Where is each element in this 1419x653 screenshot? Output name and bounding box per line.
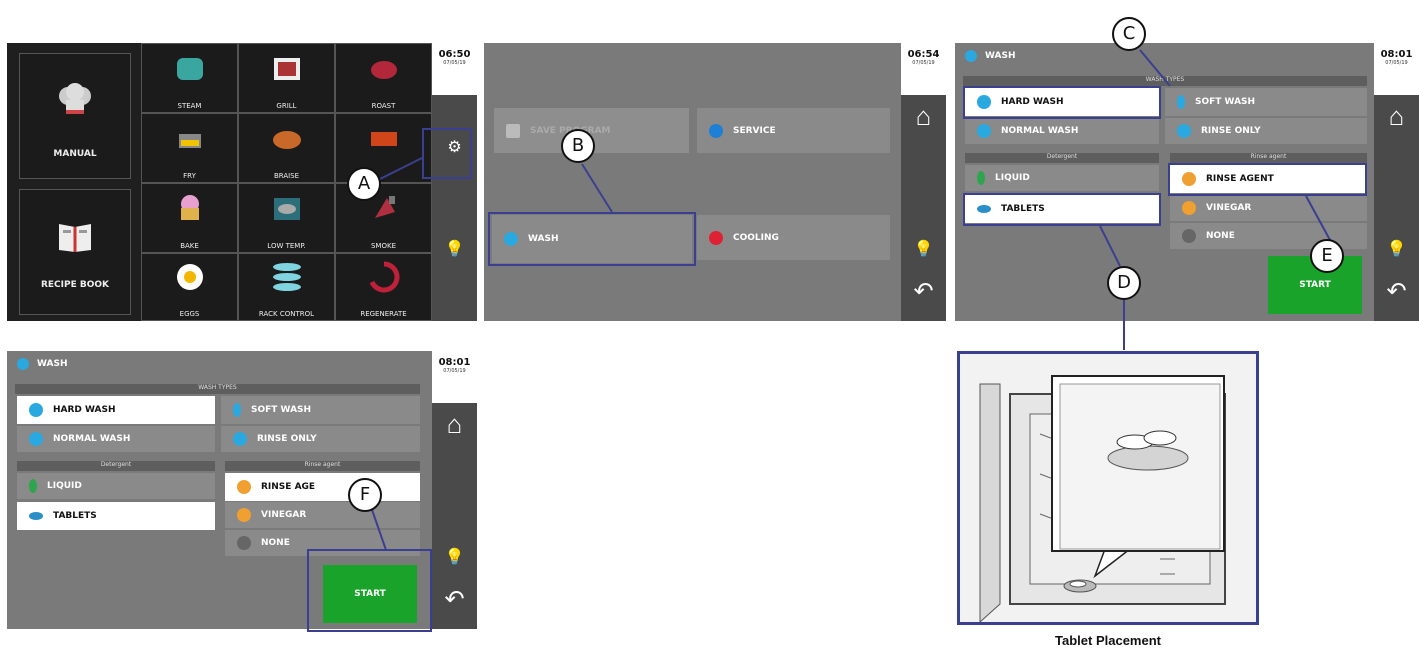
- callout-c: C: [1112, 17, 1146, 51]
- eggs-button[interactable]: EGGS: [141, 253, 238, 321]
- steam-button[interactable]: STEAM: [141, 43, 238, 113]
- none-icon: [237, 536, 251, 550]
- side-panel: 06:54 07/05/19 ⌂ 💡 ↶: [901, 43, 946, 321]
- tablets-option[interactable]: TABLETS: [17, 502, 215, 530]
- manual-button[interactable]: MANUAL: [19, 53, 131, 179]
- recipe-book-button[interactable]: RECIPE BOOK: [19, 189, 131, 315]
- back-icon[interactable]: ↶: [901, 277, 946, 306]
- home-icon[interactable]: ⌂: [1374, 101, 1419, 132]
- chef-hat-icon: [55, 82, 95, 124]
- rinse-only-option[interactable]: RINSE ONLY: [221, 426, 420, 452]
- rinse-icon: [233, 432, 247, 446]
- drop-icon: [233, 403, 241, 417]
- fry-button[interactable]: FRY: [141, 113, 238, 183]
- vinegar-icon: [237, 508, 251, 522]
- callout-a: A: [347, 167, 381, 201]
- caption: Tablet Placement: [1055, 633, 1161, 648]
- braise-icon: [270, 122, 304, 158]
- callout-d: D: [1107, 266, 1141, 300]
- roast-icon: [367, 52, 401, 88]
- steam-icon: [173, 52, 207, 88]
- normal-wash-option[interactable]: NORMAL WASH: [17, 426, 215, 452]
- low-temp-button[interactable]: LOW TEMP.: [238, 183, 335, 253]
- tablet-placement-illustration: [957, 351, 1259, 625]
- drops-icon: [29, 403, 43, 417]
- save-icon: [506, 123, 520, 138]
- bake-icon: [173, 192, 207, 228]
- service-button[interactable]: SERVICE: [697, 108, 890, 153]
- highlight-f: [307, 549, 432, 632]
- rinse-agent-icon: [237, 480, 251, 494]
- home-icon[interactable]: ⌂: [901, 101, 946, 132]
- thermometer-icon: [709, 230, 723, 245]
- liquid-option[interactable]: LIQUID: [17, 473, 215, 499]
- settings-screen: SAVE PROGRAM SERVICE WASH COOLING 06:540…: [484, 43, 946, 321]
- clock: 08:01 07/05/19: [432, 351, 477, 403]
- tablet-icon: [29, 512, 43, 520]
- braise-button[interactable]: BRAISE: [238, 113, 335, 183]
- rack-icon: [270, 260, 304, 296]
- clock: 06:54 07/05/19: [901, 43, 946, 95]
- bake-button[interactable]: BAKE: [141, 183, 238, 253]
- detergent-header: Detergent: [17, 461, 215, 471]
- bulb-icon[interactable]: 💡: [1374, 239, 1419, 259]
- clock: 08:01 07/05/19: [1374, 43, 1419, 95]
- back-icon[interactable]: ↶: [1374, 277, 1419, 306]
- fish-icon: [270, 192, 304, 228]
- drops-icon: [29, 432, 43, 446]
- bottle-icon: [29, 479, 37, 493]
- roast-button[interactable]: ROAST: [335, 43, 432, 113]
- home-icon[interactable]: ⌂: [432, 409, 477, 440]
- side-panel: 08:01 07/05/19 ⌂ 💡 ↶: [1374, 43, 1419, 321]
- regenerate-icon: [367, 260, 401, 296]
- egg-icon: [173, 260, 207, 296]
- callout-b: B: [561, 129, 595, 163]
- rinse-agent-header: Rinse agent: [225, 461, 420, 471]
- wash-icon: [17, 358, 29, 370]
- side-panel: 08:01 07/05/19 ⌂ 💡 ↶: [432, 351, 477, 629]
- cooling-button[interactable]: COOLING: [697, 215, 890, 260]
- grill-button[interactable]: GRILL: [238, 43, 335, 113]
- bulb-icon[interactable]: 💡: [432, 239, 477, 259]
- soft-wash-option[interactable]: SOFT WASH: [221, 396, 420, 424]
- callout-f: F: [348, 478, 382, 512]
- gear-icon: [709, 123, 723, 138]
- hard-wash-option[interactable]: HARD WASH: [17, 396, 215, 424]
- highlight-b: [488, 212, 696, 266]
- fry-icon: [173, 122, 207, 158]
- regenerate-button[interactable]: REGENERATE: [335, 253, 432, 321]
- wash-types-header: WASH TYPES: [15, 384, 420, 394]
- bulb-icon[interactable]: 💡: [432, 547, 477, 567]
- grill-icon: [270, 52, 304, 88]
- side-panel: 06:50 07/05/19 ⚙ 💡: [432, 43, 477, 321]
- rinse-agent-option[interactable]: RINSE AGE: [225, 473, 420, 501]
- book-icon: [55, 218, 95, 256]
- rack-control-button[interactable]: RACK CONTROL: [238, 253, 335, 321]
- wash-title: WASH: [7, 351, 68, 377]
- callout-e: E: [1310, 239, 1344, 273]
- manual-label: MANUAL: [53, 149, 97, 159]
- recipe-book-label: RECIPE BOOK: [40, 280, 110, 290]
- bulb-icon[interactable]: 💡: [901, 239, 946, 259]
- clock: 06:50 07/05/19: [432, 43, 477, 95]
- back-icon[interactable]: ↶: [432, 585, 477, 614]
